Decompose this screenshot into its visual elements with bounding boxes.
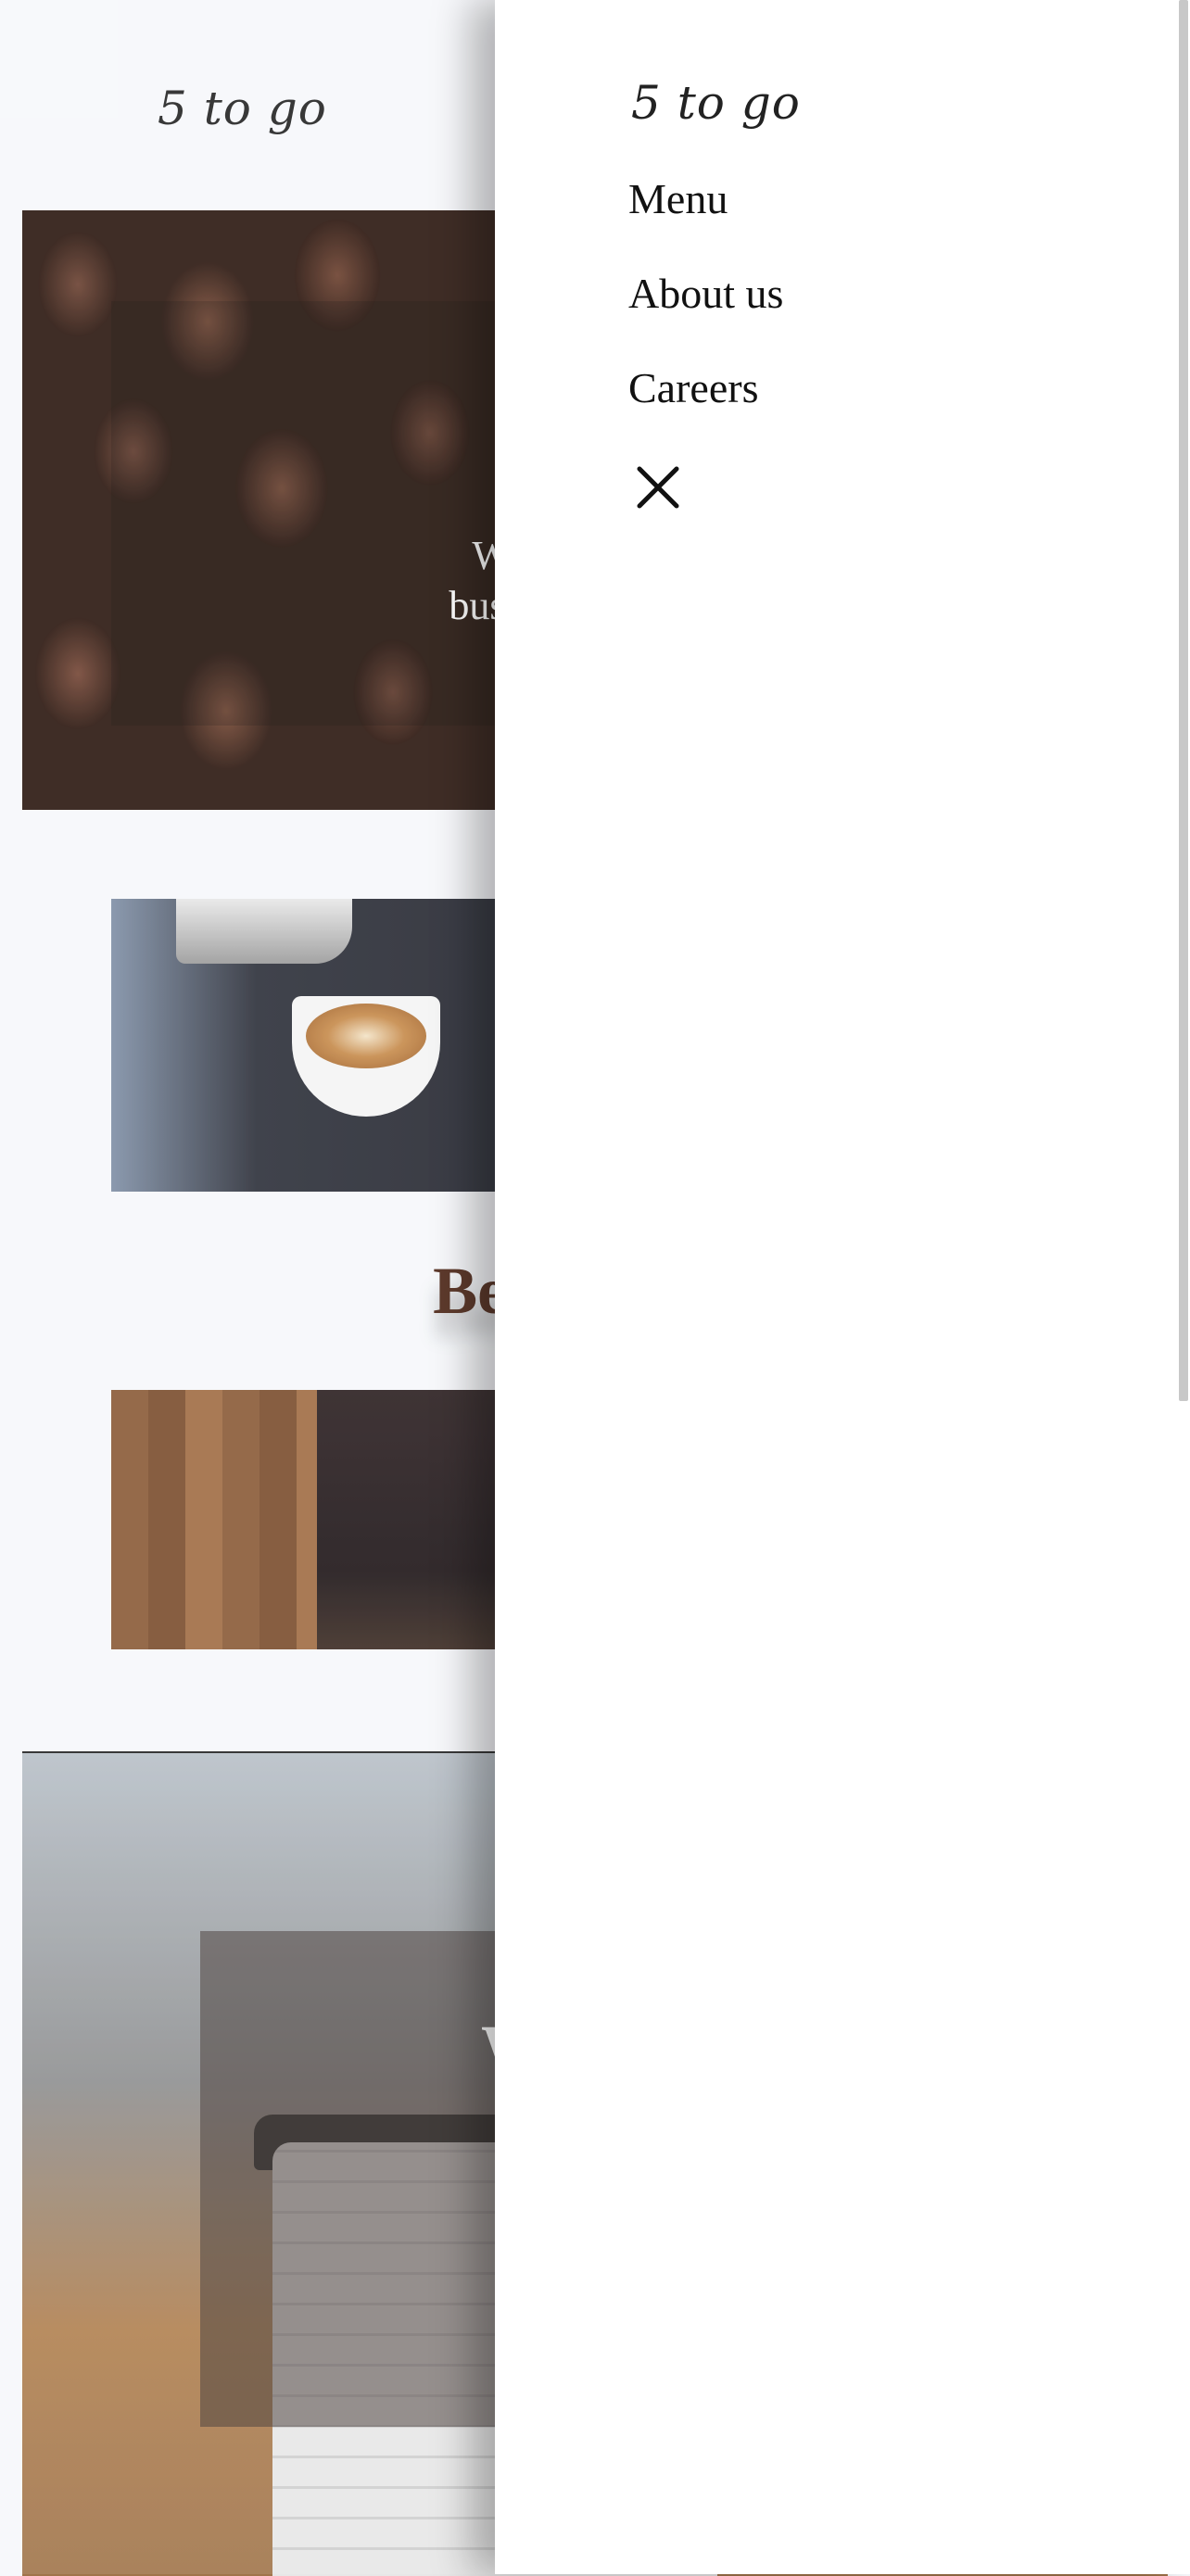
close-button[interactable] (636, 465, 680, 510)
drawer-item-careers[interactable]: Careers (628, 363, 758, 412)
drawer-item-menu[interactable]: Menu (628, 174, 728, 223)
nav-drawer: 5 to go Menu About us Careers (495, 0, 1190, 2574)
drawer-item-about-us[interactable]: About us (628, 269, 783, 318)
drawer-backdrop[interactable] (0, 0, 495, 2574)
close-icon (637, 466, 679, 509)
scrollbar[interactable] (1179, 0, 1188, 1401)
drawer-logo[interactable]: 5 to go (631, 76, 801, 130)
